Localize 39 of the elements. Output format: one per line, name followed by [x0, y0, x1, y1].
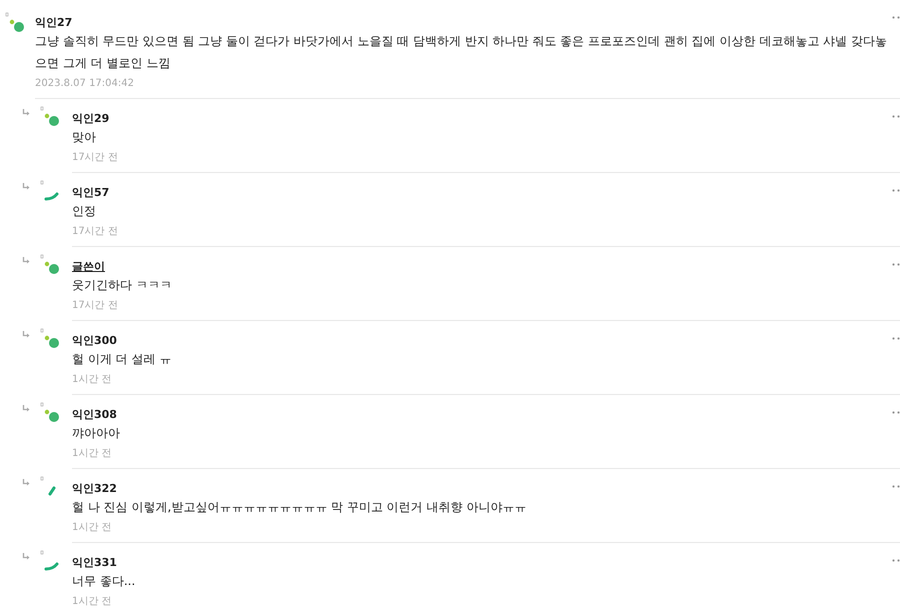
more-icon[interactable]: [892, 115, 900, 118]
more-icon[interactable]: [892, 189, 900, 192]
more-icon[interactable]: [892, 337, 900, 340]
comment-text: 너무 좋다...: [72, 573, 136, 590]
more-icon[interactable]: [892, 263, 900, 266]
comment-time: 1시간 전: [72, 595, 113, 609]
author-name[interactable]: 익인29: [72, 111, 110, 126]
comment-time: 17시간 전: [72, 151, 119, 165]
author-name[interactable]: 익인57: [72, 185, 110, 200]
reply-arrow-icon: [22, 405, 30, 412]
author-name[interactable]: 익인308: [72, 407, 117, 422]
more-icon[interactable]: [892, 16, 900, 19]
reply-arrow-icon: [22, 257, 30, 264]
comment-text: 헐 이게 더 설레 ㅠ: [72, 351, 172, 368]
reply-arrow-icon: [22, 331, 30, 338]
comment-text: 웃기긴하다 ㅋㅋㅋ: [72, 277, 173, 294]
comment-text: 꺄아아아: [72, 425, 121, 442]
reply-arrow-icon: [22, 553, 30, 560]
comment-time: 2023.8.07 17:04:42: [35, 77, 135, 91]
comment-time: 1시간 전: [72, 447, 113, 461]
reply-arrow-icon: [22, 109, 30, 116]
author-name[interactable]: 익인331: [72, 555, 117, 570]
more-icon[interactable]: [892, 485, 900, 488]
author-name[interactable]: 익인300: [72, 333, 117, 348]
comment-text: 그냥 솔직히 무드만 있으면 됨 그냥 둘이 걷다가 바닷가에서 노을질 때 담백하게 반지 하나만 줘도 좋은 프로포즈인데 괜히 집에 이상한 데코해놓고 샤넬 갖다놓으면 그게 더 별로인 느낌: [35, 33, 888, 72]
author-name[interactable]: 익인27: [35, 15, 72, 30]
comment-text: 맞아: [72, 129, 97, 146]
comment-time: 17시간 전: [72, 299, 119, 313]
reply-arrow-icon: [22, 183, 30, 190]
comment-text: 인정: [72, 203, 97, 220]
more-icon[interactable]: [892, 559, 900, 562]
comment-time: 1시간 전: [72, 373, 113, 387]
author-name[interactable]: 글쓴이: [72, 259, 105, 274]
reply-arrow-icon: [22, 479, 30, 486]
comment-text: 헐 나 진심 이렇게,받고싶어ㅠㅠㅠㅠㅠㅠㅠㅠㅠ 막 꾸미고 이런거 내취향 아니야ㅠㅠ: [72, 499, 528, 516]
comment-time: 1시간 전: [72, 521, 113, 535]
author-name[interactable]: 익인322: [72, 481, 117, 496]
more-icon[interactable]: [892, 411, 900, 414]
comment-time: 17시간 전: [72, 225, 119, 239]
